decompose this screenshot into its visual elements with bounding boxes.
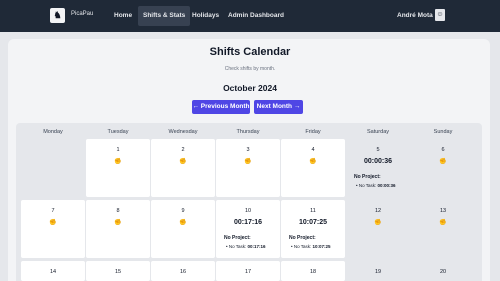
calendar-day-empty [21,139,85,197]
day-number: 5 [376,147,380,153]
calendar-day[interactable]: 3 ✊ [216,139,280,197]
avatar[interactable]: ☺ [435,9,445,21]
calendar-day[interactable]: 20 [411,261,475,281]
day-number: 18 [309,269,317,275]
day-number: 12 [374,208,382,214]
day-number: 16 [179,269,187,275]
task-entry: • No Task: 10:07:25 [291,244,331,249]
calendar-day[interactable]: 15 [86,261,150,281]
day-number: 9 [181,208,185,214]
calendar-day[interactable]: 13 ✊ [411,200,475,258]
nav-home[interactable]: Home [109,6,137,26]
weekday-header: Sunday [433,129,453,135]
brand-name[interactable]: PicaPau [71,11,93,17]
day-number: 8 [116,208,120,214]
calendar-day[interactable]: 5 00:00:36 No Project: • No Task: 00:00:… [346,139,410,197]
calendar-day[interactable]: 6 ✊ [411,139,475,197]
next-month-button[interactable]: Next Month → [254,100,303,114]
calendar-day[interactable]: 1 ✊ [86,139,150,197]
nav-shifts-stats[interactable]: Shifts & Stats [138,6,191,26]
shift-duration: 00:00:36 [363,158,393,165]
fist-icon: ✊ [309,159,317,165]
weekday-header: Friday [305,129,321,135]
day-number: 1 [116,147,120,153]
shift-duration: 10:07:25 [298,219,328,226]
day-number: 6 [441,147,445,153]
shift-duration: 00:17:16 [233,219,263,226]
calendar-day[interactable]: 18 [281,261,345,281]
project-label: No Project: [354,174,381,180]
day-number: 13 [439,208,447,214]
weekday-header: Tuesday [107,129,129,135]
fist-icon: ✊ [114,220,122,226]
day-number: 2 [181,147,185,153]
fist-icon: ✊ [114,159,122,165]
day-number: 10 [244,208,252,214]
weekday-header: Monday [43,129,63,135]
fist-icon: ✊ [49,220,57,226]
calendar-day[interactable]: 12 ✊ [346,200,410,258]
page-subtitle: Check shifts by month. [224,66,276,72]
user-name[interactable]: André Mota [397,12,433,19]
calendar-day[interactable]: 16 [151,261,215,281]
weekday-header: Wednesday [168,129,198,135]
previous-month-button[interactable]: ← Previous Month [192,100,250,114]
day-number: 19 [374,269,382,275]
weekday-header: Thursday [236,129,260,135]
project-label: No Project: [289,235,316,241]
nav-holidays[interactable]: Holidays [187,6,224,26]
day-number: 3 [246,147,250,153]
calendar-day[interactable]: 17 [216,261,280,281]
task-entry: • No Task: 00:00:36 [356,183,396,188]
day-number: 4 [311,147,315,153]
fist-icon: ✊ [179,220,187,226]
calendar-day[interactable]: 2 ✊ [151,139,215,197]
day-number: 20 [439,269,447,275]
fist-icon: ✊ [374,220,382,226]
fist-icon: ✊ [439,220,447,226]
calendar-day[interactable]: 14 [21,261,85,281]
task-entry: • No Task: 00:17:16 [226,244,266,249]
brand-logo-icon[interactable]: ♞ [50,8,65,23]
weekday-header: Saturday [366,129,389,135]
nav-admin-dashboard[interactable]: Admin Dashboard [223,6,289,26]
project-label: No Project: [224,235,251,241]
calendar-day[interactable]: 7 ✊ [21,200,85,258]
day-number: 15 [114,269,122,275]
day-number: 7 [51,208,55,214]
day-number: 14 [49,269,57,275]
calendar-day[interactable]: 11 10:07:25 No Project: • No Task: 10:07… [281,200,345,258]
day-number: 17 [244,269,252,275]
fist-icon: ✊ [244,159,252,165]
fist-icon: ✊ [439,159,447,165]
calendar-day[interactable]: 4 ✊ [281,139,345,197]
calendar-day[interactable]: 10 00:17:16 No Project: • No Task: 00:17… [216,200,280,258]
calendar-day[interactable]: 19 [346,261,410,281]
calendar-day[interactable]: 8 ✊ [86,200,150,258]
page-title: Shifts Calendar [209,46,291,58]
fist-icon: ✊ [179,159,187,165]
day-number: 11 [310,208,316,214]
month-label: October 2024 [223,83,277,93]
calendar-day[interactable]: 9 ✊ [151,200,215,258]
